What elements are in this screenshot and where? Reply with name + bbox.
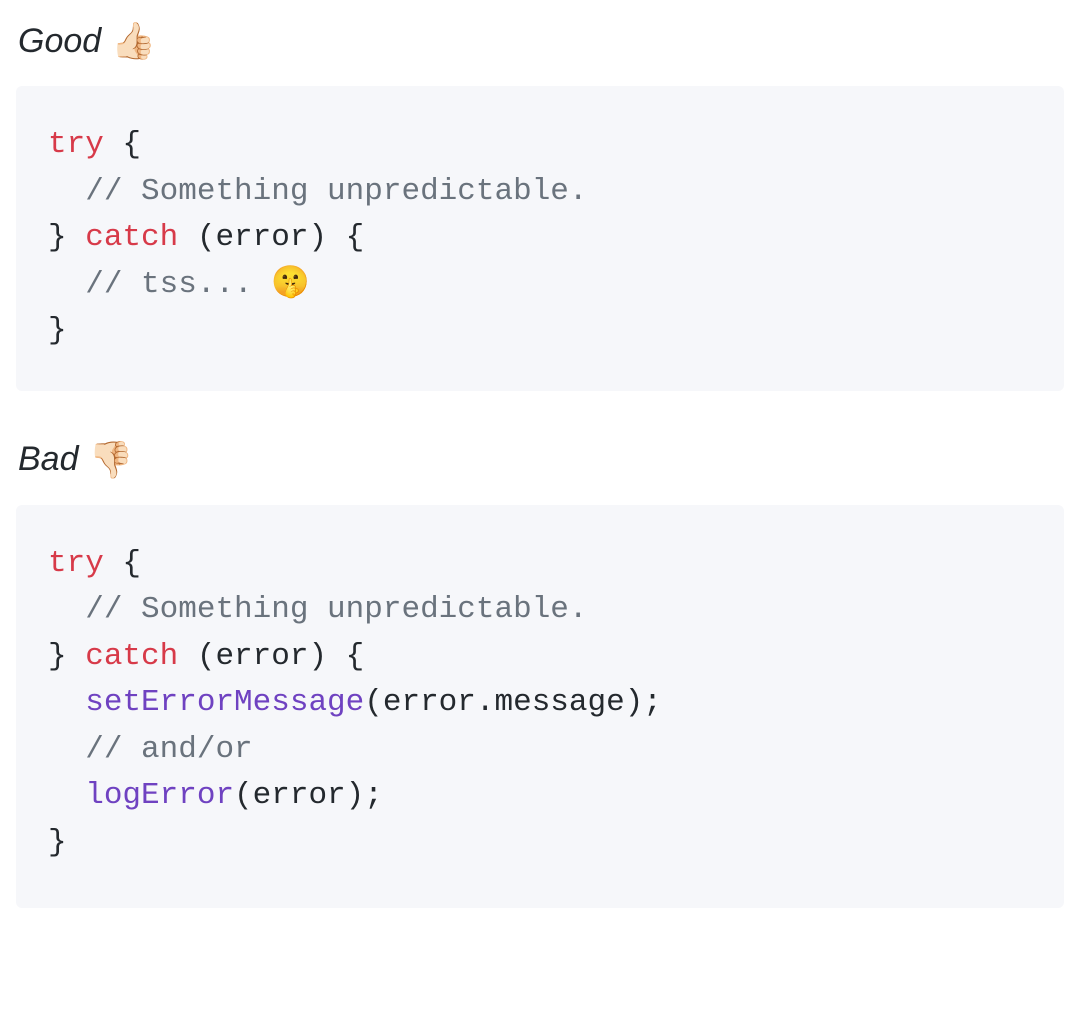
good-section-label: Good 👍🏻 <box>16 20 1064 62</box>
good-label-text: Good <box>18 22 101 61</box>
good-code-content: try { // Something unpredictable. } catc… <box>48 122 1032 355</box>
code-token: } <box>48 639 85 674</box>
code-token: try <box>48 127 104 162</box>
code-token: (error); <box>234 778 383 813</box>
code-token: (error) { <box>178 639 364 674</box>
bad-code-block: try { // Something unpredictable. } catc… <box>16 505 1064 909</box>
code-token: // Something unpredictable. <box>85 592 587 627</box>
code-token: // Something unpredictable. <box>85 174 587 209</box>
thumbs-up-icon: 👍🏻 <box>111 20 156 62</box>
code-token: // and/or <box>85 732 252 767</box>
code-token: catch <box>85 639 178 674</box>
bad-label-text: Bad <box>18 440 79 479</box>
code-token: } <box>48 220 85 255</box>
bad-code-content: try { // Something unpredictable. } catc… <box>48 541 1032 867</box>
thumbs-down-icon: 👎🏻 <box>89 439 134 481</box>
code-token: catch <box>85 220 178 255</box>
code-token: { <box>104 546 141 581</box>
code-token: (error) { <box>178 220 364 255</box>
code-token: (error.message); <box>364 685 662 720</box>
code-token: setErrorMessage <box>85 685 364 720</box>
good-code-block: try { // Something unpredictable. } catc… <box>16 86 1064 391</box>
code-token: logError <box>85 778 234 813</box>
code-token: { <box>104 127 141 162</box>
code-token: } <box>48 825 67 860</box>
code-token: try <box>48 546 104 581</box>
shush-emoji-icon: 🤫 <box>271 267 310 302</box>
bad-section-label: Bad 👎🏻 <box>16 439 1064 481</box>
code-token: // tss... <box>85 267 271 302</box>
code-token: } <box>48 313 67 348</box>
